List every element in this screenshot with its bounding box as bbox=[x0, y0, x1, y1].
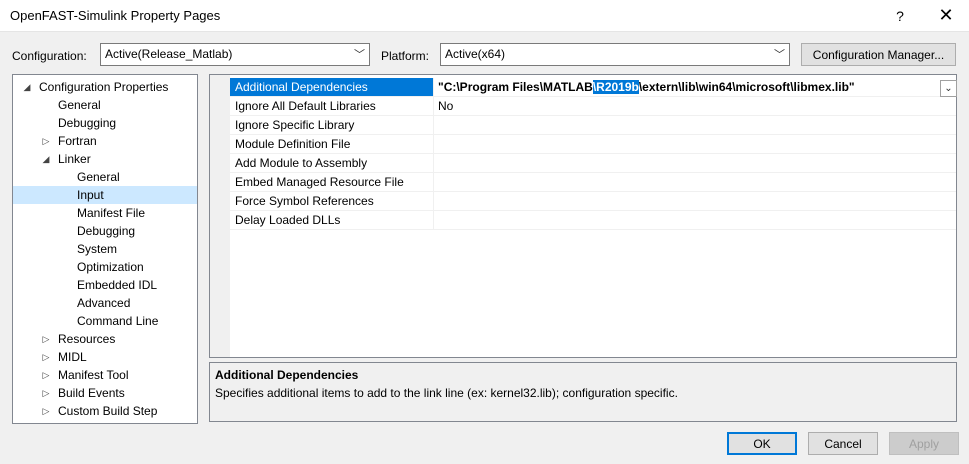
property-value[interactable]: No bbox=[438, 97, 453, 115]
platform-value: Active(x64) bbox=[445, 47, 506, 61]
tree-item-advanced[interactable]: Advanced bbox=[13, 294, 197, 312]
tree-item-configuration-properties[interactable]: ◢ Configuration Properties bbox=[13, 78, 197, 96]
description-panel: Additional Dependencies Specifies additi… bbox=[209, 362, 957, 422]
tree-item-label: Fortran bbox=[58, 134, 97, 148]
platform-label: Platform: bbox=[381, 49, 430, 63]
tree-item-label: Input bbox=[77, 188, 104, 202]
collapsed-arrow-icon[interactable]: ▷ bbox=[40, 132, 52, 150]
close-button[interactable]: ✕ bbox=[923, 0, 969, 31]
description-text: Specifies additional items to add to the… bbox=[215, 386, 678, 400]
tree-item-system[interactable]: System bbox=[13, 240, 197, 258]
tree-item-label: Optimization bbox=[77, 260, 144, 274]
grid-margin bbox=[210, 75, 230, 357]
property-tree[interactable]: ◢ Configuration Properties General Debug… bbox=[12, 74, 198, 424]
title-bar: OpenFAST-Simulink Property Pages ? ✕ bbox=[0, 0, 969, 32]
tree-item-label: Build Events bbox=[58, 386, 125, 400]
tree-item-resources[interactable]: ▷ Resources bbox=[13, 330, 197, 348]
tree-item-manifest-file[interactable]: Manifest File bbox=[13, 204, 197, 222]
property-name[interactable]: Additional Dependencies bbox=[230, 78, 434, 96]
platform-select[interactable]: Active(x64) ﹀ bbox=[440, 43, 790, 66]
tree-item-general[interactable]: General bbox=[13, 96, 197, 114]
property-value-editor[interactable]: "C:\Program Files\MATLAB\R2019b\extern\l… bbox=[438, 78, 855, 96]
collapsed-arrow-icon[interactable]: ▷ bbox=[40, 330, 52, 348]
tree-item-label: Command Line bbox=[77, 314, 159, 328]
tree-item-optimization[interactable]: Optimization bbox=[13, 258, 197, 276]
tree-item-label: Manifest File bbox=[77, 206, 146, 220]
collapsed-arrow-icon[interactable]: ▷ bbox=[40, 348, 52, 366]
tree-item-label: Debugging bbox=[77, 224, 136, 238]
tree-item-label: Linker bbox=[58, 152, 91, 166]
window-title: OpenFAST-Simulink Property Pages bbox=[10, 8, 221, 23]
tree-item-label: Debugging bbox=[58, 116, 117, 130]
tree-item-debugging[interactable]: Debugging bbox=[13, 114, 197, 132]
description-title: Additional Dependencies bbox=[215, 368, 359, 382]
tree-item-build-events[interactable]: ▷ Build Events bbox=[13, 384, 197, 402]
value-text-before: "C:\Program Files\MATLAB bbox=[438, 80, 593, 94]
help-button[interactable]: ? bbox=[877, 0, 923, 31]
tree-item-label: Configuration Properties bbox=[39, 80, 169, 94]
configuration-label: Configuration: bbox=[12, 49, 87, 63]
tree-item-linker-input[interactable]: Input bbox=[13, 186, 197, 204]
property-row-force-symbol-references[interactable]: Force Symbol References bbox=[230, 192, 956, 211]
expanded-arrow-icon[interactable]: ◢ bbox=[21, 78, 33, 96]
configuration-manager-button[interactable]: Configuration Manager... bbox=[801, 43, 956, 66]
property-name[interactable]: Module Definition File bbox=[230, 135, 434, 153]
tree-item-linker[interactable]: ◢ Linker bbox=[13, 150, 197, 168]
property-grid: Additional Dependencies "C:\Program File… bbox=[209, 74, 957, 358]
property-name[interactable]: Ignore Specific Library bbox=[230, 116, 434, 134]
tree-item-label: Embedded IDL bbox=[77, 278, 158, 292]
tree-item-label: General bbox=[58, 98, 101, 112]
property-name[interactable]: Embed Managed Resource File bbox=[230, 173, 434, 191]
tree-item-embedded-idl[interactable]: Embedded IDL bbox=[13, 276, 197, 294]
property-row-embed-managed-resource-file[interactable]: Embed Managed Resource File bbox=[230, 173, 956, 192]
tree-item-label: Custom Build Step bbox=[58, 404, 158, 418]
apply-button[interactable]: Apply bbox=[889, 432, 959, 455]
property-row-ignore-all-default-libraries[interactable]: Ignore All Default Libraries No bbox=[230, 97, 956, 116]
tree-item-fortran[interactable]: ▷ Fortran bbox=[13, 132, 197, 150]
ok-button[interactable]: OK bbox=[727, 432, 797, 455]
property-name[interactable]: Delay Loaded DLLs bbox=[230, 211, 434, 229]
tree-item-label: MIDL bbox=[58, 350, 87, 364]
property-name[interactable]: Force Symbol References bbox=[230, 192, 434, 210]
tree-item-command-line[interactable]: Command Line bbox=[13, 312, 197, 330]
property-row-ignore-specific-library[interactable]: Ignore Specific Library bbox=[230, 116, 956, 135]
property-row-add-module-to-assembly[interactable]: Add Module to Assembly bbox=[230, 154, 956, 173]
collapsed-arrow-icon[interactable]: ▷ bbox=[40, 384, 52, 402]
tree-item-label: General bbox=[77, 170, 120, 184]
cancel-button[interactable]: Cancel bbox=[808, 432, 878, 455]
property-row-delay-loaded-dlls[interactable]: Delay Loaded DLLs bbox=[230, 211, 956, 230]
expanded-arrow-icon[interactable]: ◢ bbox=[40, 150, 52, 168]
configuration-select[interactable]: Active(Release_Matlab) ﹀ bbox=[100, 43, 370, 66]
tree-item-label: Manifest Tool bbox=[58, 368, 129, 382]
tree-item-custom-build-step[interactable]: ▷ Custom Build Step bbox=[13, 402, 197, 420]
value-text-selected: \R2019b bbox=[592, 80, 639, 94]
tree-item-linker-general[interactable]: General bbox=[13, 168, 197, 186]
value-dropdown-icon[interactable]: ⌄ bbox=[940, 80, 957, 97]
chevron-down-icon: ﹀ bbox=[354, 49, 365, 61]
configuration-value: Active(Release_Matlab) bbox=[105, 47, 233, 61]
collapsed-arrow-icon[interactable]: ▷ bbox=[40, 402, 52, 420]
chevron-down-icon: ﹀ bbox=[774, 49, 785, 61]
tree-item-manifest-tool[interactable]: ▷ Manifest Tool bbox=[13, 366, 197, 384]
property-name[interactable]: Ignore All Default Libraries bbox=[230, 97, 434, 115]
collapsed-arrow-icon[interactable]: ▷ bbox=[40, 366, 52, 384]
tree-item-label: System bbox=[77, 242, 118, 256]
value-text-after: \extern\lib\win64\microsoft\libmex.lib" bbox=[638, 80, 855, 94]
tree-item-midl[interactable]: ▷ MIDL bbox=[13, 348, 197, 366]
tree-item-linker-debugging[interactable]: Debugging bbox=[13, 222, 197, 240]
tree-item-label: Advanced bbox=[77, 296, 131, 310]
property-name[interactable]: Add Module to Assembly bbox=[230, 154, 434, 172]
property-row-module-definition-file[interactable]: Module Definition File bbox=[230, 135, 956, 154]
property-row-additional-dependencies[interactable]: Additional Dependencies "C:\Program File… bbox=[230, 78, 956, 97]
tree-item-label: Resources bbox=[58, 332, 116, 346]
